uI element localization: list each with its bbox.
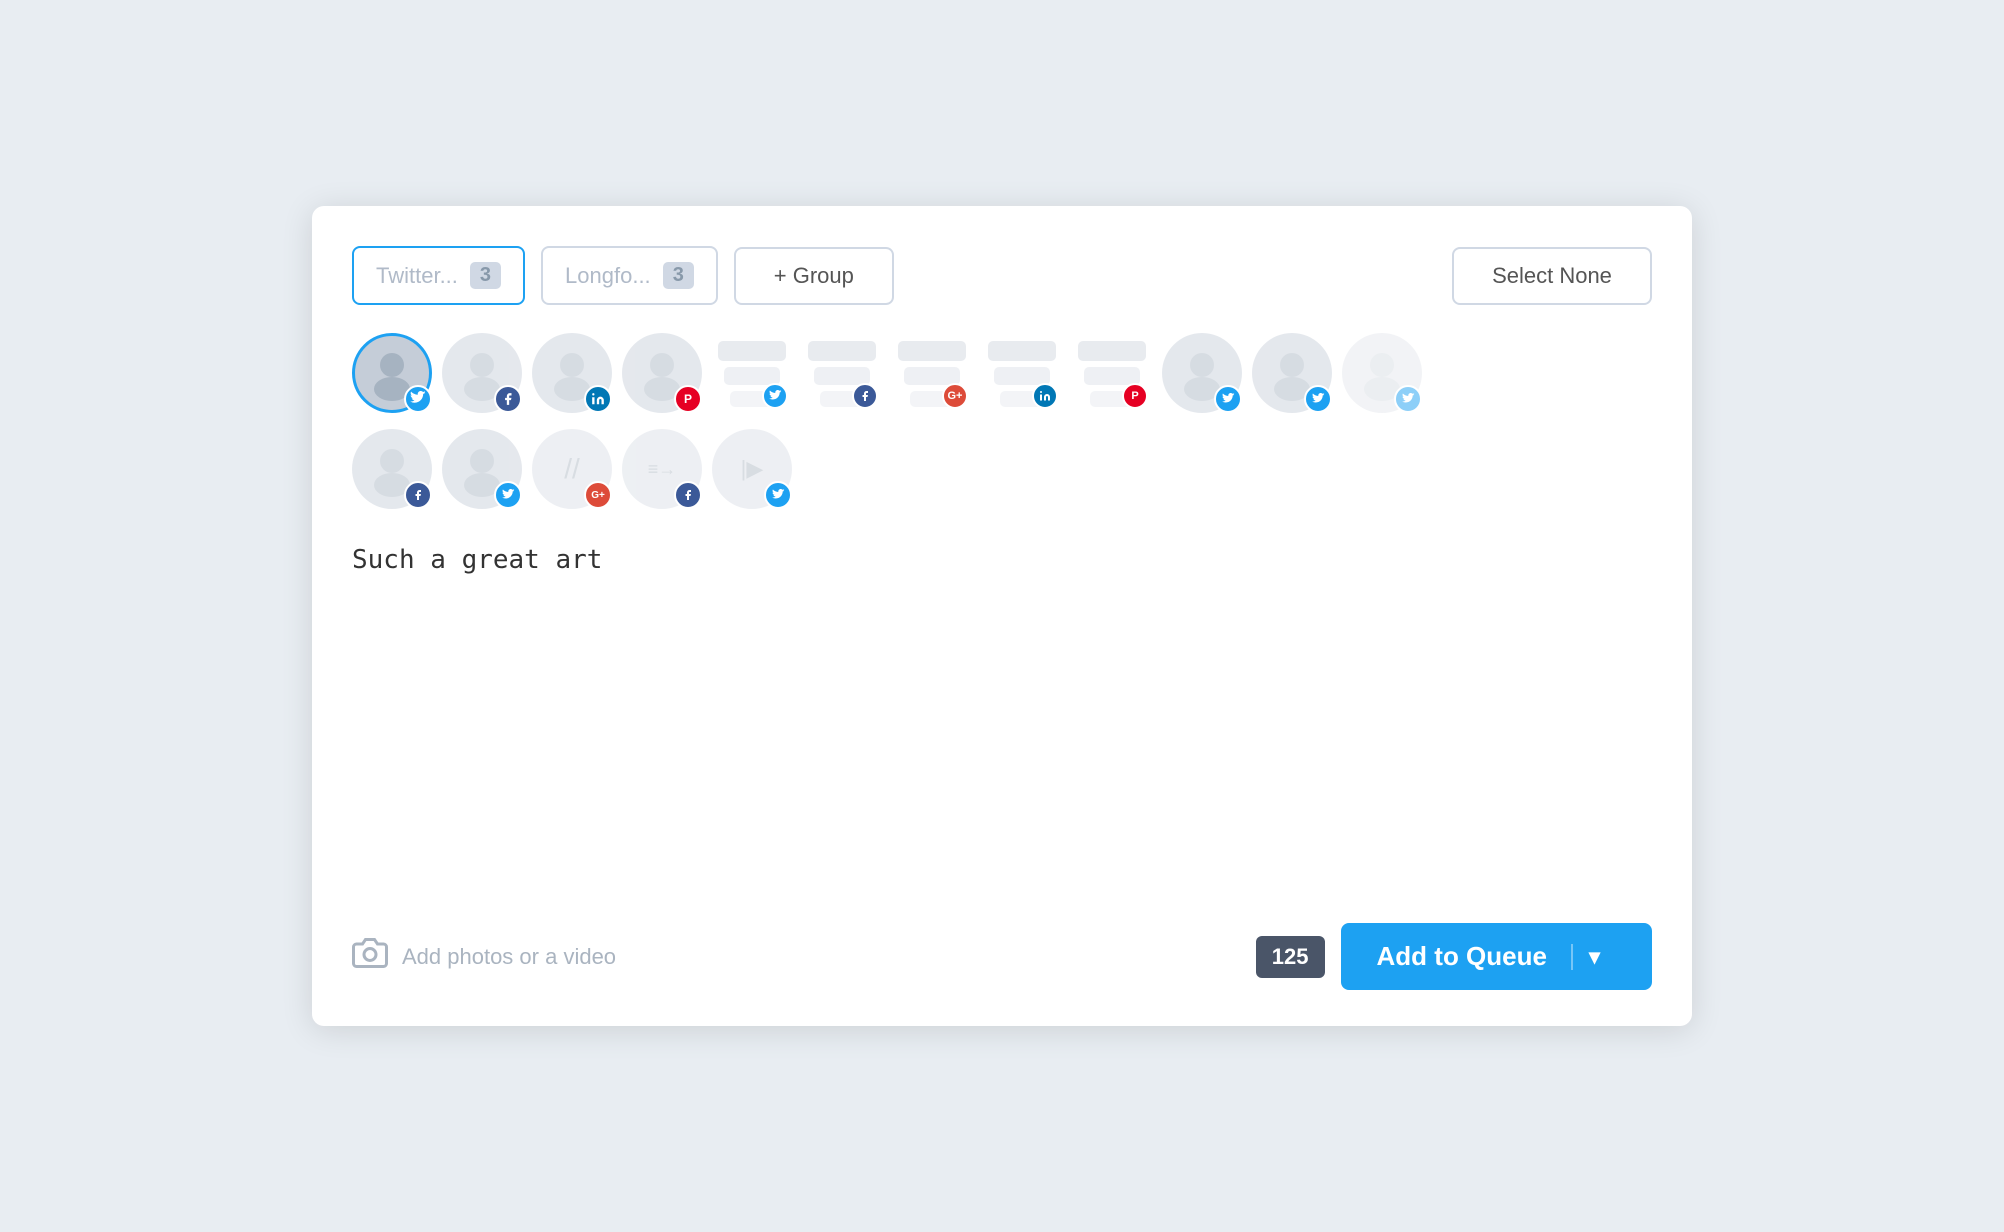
twitter-badge-11 bbox=[1304, 385, 1332, 413]
account-11-twitter[interactable] bbox=[1252, 333, 1332, 413]
twitter-badge-icon bbox=[404, 385, 432, 413]
stack-pinterest[interactable]: P bbox=[1072, 333, 1152, 413]
add-queue-dropdown-icon[interactable]: ▾ bbox=[1571, 944, 1616, 970]
stack-facebook[interactable] bbox=[802, 333, 882, 413]
account-1-twitter[interactable] bbox=[352, 333, 432, 413]
googleplus-badge-r2-3: G+ bbox=[584, 481, 612, 509]
camera-icon bbox=[352, 935, 388, 979]
account-2-facebook[interactable] bbox=[442, 333, 522, 413]
twitter-filter-badge: 3 bbox=[470, 262, 501, 289]
longform-filter-badge: 3 bbox=[663, 262, 694, 289]
add-photo-label: Add photos or a video bbox=[402, 944, 616, 970]
compose-area: Such a great art bbox=[352, 541, 1652, 879]
twitter-filter-btn[interactable]: Twitter... 3 bbox=[352, 246, 525, 305]
account-3-linkedin[interactable] bbox=[532, 333, 612, 413]
account-r2-5-twitter[interactable]: |▶ bbox=[712, 429, 792, 509]
bottom-bar: Add photos or a video 125 Add to Queue ▾ bbox=[352, 907, 1652, 990]
stack-googleplus-badge: G+ bbox=[942, 383, 968, 409]
twitter-filter-label: Twitter... bbox=[376, 263, 458, 289]
linkedin-badge-icon bbox=[584, 385, 612, 413]
twitter-badge-r2-2 bbox=[494, 481, 522, 509]
longform-filter-btn[interactable]: Longfo... 3 bbox=[541, 246, 718, 305]
account-4-pinterest[interactable]: P bbox=[622, 333, 702, 413]
add-photo-btn[interactable]: Add photos or a video bbox=[352, 935, 616, 979]
accounts-row-1: P bbox=[352, 333, 1652, 413]
pinterest-badge-icon: P bbox=[674, 385, 702, 413]
facebook-badge-r2-4 bbox=[674, 481, 702, 509]
add-to-queue-btn[interactable]: Add to Queue ▾ bbox=[1341, 923, 1652, 990]
accounts-row-2: // G+ ≡→ |▶ bbox=[352, 429, 1652, 509]
filter-toolbar: Twitter... 3 Longfo... 3 + Group Select … bbox=[352, 246, 1652, 305]
stack-twitter[interactable] bbox=[712, 333, 792, 413]
account-r2-4-facebook[interactable]: ≡→ bbox=[622, 429, 702, 509]
twitter-badge-10 bbox=[1214, 385, 1242, 413]
account-12-twitter[interactable] bbox=[1342, 333, 1422, 413]
stack-linkedin[interactable] bbox=[982, 333, 1062, 413]
select-none-btn[interactable]: Select None bbox=[1452, 247, 1652, 305]
facebook-badge-icon bbox=[494, 385, 522, 413]
compose-modal: Twitter... 3 Longfo... 3 + Group Select … bbox=[312, 206, 1692, 1026]
account-r2-3-googleplus[interactable]: // G+ bbox=[532, 429, 612, 509]
facebook-badge-r2-1 bbox=[404, 481, 432, 509]
stack-googleplus[interactable]: G+ bbox=[892, 333, 972, 413]
twitter-badge-12 bbox=[1394, 385, 1422, 413]
compose-textarea[interactable]: Such a great art bbox=[352, 541, 1652, 741]
add-queue-label: Add to Queue bbox=[1377, 941, 1571, 972]
stack-facebook-badge bbox=[852, 383, 878, 409]
account-10-twitter[interactable] bbox=[1162, 333, 1242, 413]
add-group-btn[interactable]: + Group bbox=[734, 247, 894, 305]
stack-pinterest-badge: P bbox=[1122, 383, 1148, 409]
longform-filter-label: Longfo... bbox=[565, 263, 651, 289]
stack-twitter-badge bbox=[762, 383, 788, 409]
char-count: 125 bbox=[1256, 936, 1325, 978]
twitter-badge-r2-5 bbox=[764, 481, 792, 509]
account-r2-2-twitter[interactable] bbox=[442, 429, 522, 509]
account-r2-1-facebook[interactable] bbox=[352, 429, 432, 509]
stack-linkedin-badge bbox=[1032, 383, 1058, 409]
